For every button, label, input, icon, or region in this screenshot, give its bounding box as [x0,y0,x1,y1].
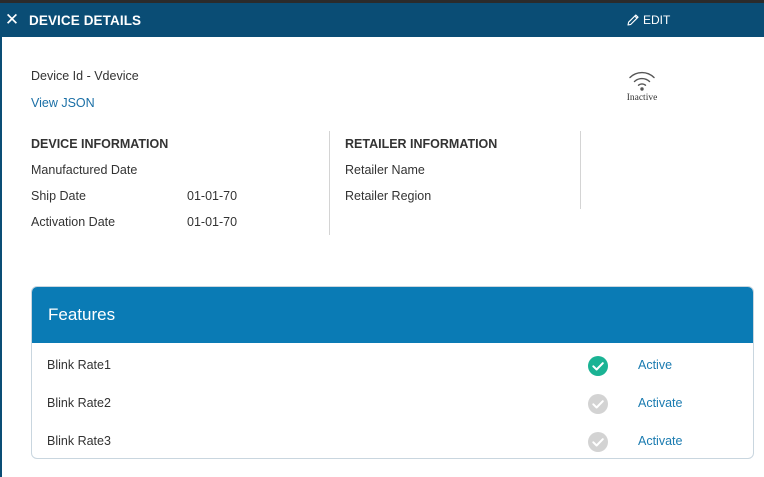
edit-label: EDIT [643,13,671,27]
check-circle-icon [588,356,608,376]
pencil-icon [627,14,639,26]
close-icon: ✕ [4,10,20,29]
feature-name: Blink Rate1 [47,358,111,372]
activation-date-value: 01-01-70 [187,215,238,229]
status-label: Inactive [626,93,658,103]
activate-link[interactable]: Activate [638,396,682,410]
feature-row: Blink Rate2 Activate [32,385,753,423]
retailer-name-label: Retailer Name [345,163,425,177]
check-circle-icon [588,432,608,452]
close-button[interactable]: ✕ [0,3,24,37]
check-circle-icon [588,394,608,414]
view-json-link[interactable]: View JSON [31,96,95,110]
device-information-title: DEVICE INFORMATION [31,137,169,151]
feature-row: Blink Rate3 Activate [32,423,753,458]
panel-left-edge [0,37,2,477]
device-status: Inactive [618,68,666,103]
ship-date-label: Ship Date [31,189,86,203]
features-card: Features Blink Rate1 Active Blink Rate2 … [31,286,754,459]
retailer-region-label: Retailer Region [345,189,432,203]
panel-title: DEVICE DETAILS [29,12,142,28]
activate-link[interactable]: Activate [638,434,682,448]
section-divider [580,131,581,209]
feature-row: Blink Rate1 Active [32,347,753,385]
panel-header: ✕ DEVICE DETAILS EDIT [0,3,764,37]
manufactured-date-label: Manufactured Date [31,163,138,177]
feature-name: Blink Rate3 [47,434,111,448]
wifi-signal-icon [629,71,655,91]
ship-date-value: 01-01-70 [187,189,238,203]
device-id: Device Id - Vdevice [31,69,139,83]
edit-button[interactable]: EDIT [626,3,670,37]
features-header: Features [32,287,753,343]
feature-status-link[interactable]: Active [638,358,672,372]
section-divider [329,131,330,235]
features-title: Features [48,305,116,324]
retailer-information-title: RETAILER INFORMATION [345,137,498,151]
feature-name: Blink Rate2 [47,396,111,410]
activation-date-label: Activation Date [31,215,116,229]
